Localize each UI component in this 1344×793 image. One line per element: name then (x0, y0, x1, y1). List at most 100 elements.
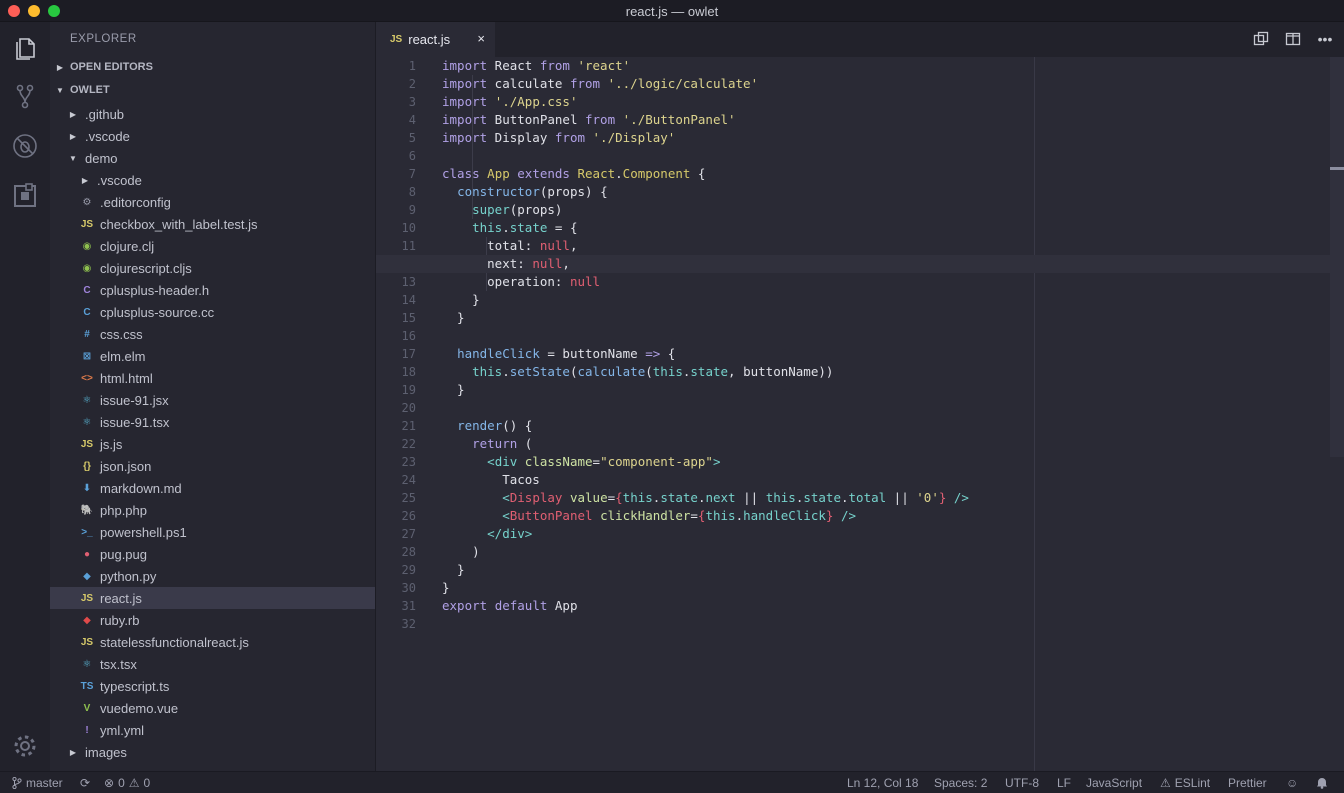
split-editor-button[interactable] (1284, 30, 1302, 48)
line-number: 1 (408, 59, 416, 73)
activity-settings[interactable] (0, 722, 50, 770)
tree-file-editorconfig[interactable]: ⚙ .editorconfig (50, 191, 375, 213)
code-line[interactable]: } (442, 579, 1332, 597)
sync-button[interactable]: ⟳ (80, 776, 90, 790)
prettier-status[interactable]: Prettier (1228, 776, 1267, 790)
code-line[interactable]: this.setState(calculate(this.state, butt… (442, 363, 1332, 381)
tree-file-markdown-md[interactable]: ⬇ markdown.md (50, 477, 375, 499)
code-token: import (442, 58, 488, 73)
indentation[interactable]: Spaces: 2 (934, 776, 987, 790)
code-line[interactable]: } (442, 309, 1332, 327)
more-actions-button[interactable]: ••• (1316, 30, 1334, 48)
code-line[interactable]: export default App (442, 597, 1332, 615)
open-changes-button[interactable] (1252, 30, 1270, 48)
tree-folder-github[interactable]: ▶ .github (50, 103, 375, 125)
tree-file-html-html[interactable]: <> html.html (50, 367, 375, 389)
code-line[interactable]: <Display value={this.state.next || this.… (442, 489, 1332, 507)
tree-item-label: .vscode (85, 128, 130, 144)
eslint-status[interactable]: ⚠ ESLint (1160, 776, 1210, 790)
problems-indicator[interactable]: ⊗ 0 ⚠ 0 (104, 776, 150, 790)
tree-file-yml-yml[interactable]: ! yml.yml (50, 719, 375, 741)
code-line[interactable]: ​ (442, 147, 1332, 165)
activity-source-control[interactable] (0, 72, 50, 120)
code-line[interactable]: ) (442, 543, 1332, 561)
code-line[interactable]: operation: null (442, 273, 1332, 291)
tab-react-js[interactable]: JS react.js × (376, 22, 495, 57)
language-mode[interactable]: JavaScript (1086, 776, 1142, 790)
tree-file-python-py[interactable]: ◆ python.py (50, 565, 375, 587)
tree-file-issue-91-jsx[interactable]: ⚛ issue-91.jsx (50, 389, 375, 411)
branch-indicator[interactable]: master (12, 776, 63, 790)
tree-folder-demo[interactable]: ▼ demo (50, 147, 375, 169)
tree-file-cplusplus-source-cc[interactable]: Ccplusplus-source.cc (50, 301, 375, 323)
tree-file-elm-elm[interactable]: ⊠ elm.elm (50, 345, 375, 367)
code-line[interactable]: ​ (442, 615, 1332, 633)
tree-file-php-php[interactable]: 🐘 php.php (50, 499, 375, 521)
notifications-button[interactable] (1316, 776, 1328, 789)
code-token: next (705, 490, 736, 505)
feedback-button[interactable]: ☺ (1286, 776, 1298, 790)
tree-file-vuedemo-vue[interactable]: Vvuedemo.vue (50, 697, 375, 719)
activity-explorer[interactable] (0, 24, 50, 72)
code-line[interactable]: import calculate from '../logic/calculat… (442, 75, 1332, 93)
code-line[interactable]: next: null, (376, 255, 1330, 273)
cursor-position[interactable]: Ln 12, Col 18 (847, 776, 918, 790)
code-line[interactable]: import React from 'react' (442, 57, 1332, 75)
tree-file-css-css[interactable]: # css.css (50, 323, 375, 345)
code-line[interactable]: render() { (442, 417, 1332, 435)
tree-folder-images[interactable]: ▶ images (50, 741, 375, 763)
code-token: this (765, 490, 796, 505)
tree-file-clojure-clj[interactable]: ◉ clojure.clj (50, 235, 375, 257)
code-line[interactable]: } (442, 381, 1332, 399)
tree-file-statelessfunctionalreact-js[interactable]: JS statelessfunctionalreact.js (50, 631, 375, 653)
activity-extensions[interactable] (0, 172, 50, 220)
code-line[interactable]: constructor(props) { (442, 183, 1332, 201)
code-line[interactable]: class App extends React.Component { (442, 165, 1332, 183)
tree-file-ruby-rb[interactable]: ◆ ruby.rb (50, 609, 375, 631)
code-line[interactable]: import './App.css' (442, 93, 1332, 111)
tree-folder-vscode[interactable]: ▶ .vscode (50, 169, 375, 191)
code-line[interactable]: } (442, 291, 1332, 309)
code-line[interactable]: } (442, 561, 1332, 579)
tree-file-react-js[interactable]: JS react.js (50, 587, 375, 609)
tree-file-js-js[interactable]: JS js.js (50, 433, 375, 455)
encoding[interactable]: UTF-8 (1005, 776, 1039, 790)
code-line[interactable]: ​ (442, 399, 1332, 417)
code-line[interactable]: Tacos (442, 471, 1332, 489)
tree-file-pug-pug[interactable]: ● pug.pug (50, 543, 375, 565)
tree-item-label: issue-91.tsx (100, 414, 170, 430)
code-token: handleClick (457, 346, 540, 361)
code-line[interactable]: handleClick = buttonName => { (442, 345, 1332, 363)
file-type-icon: ◆ (83, 614, 91, 626)
code-line[interactable]: import Display from './Display' (442, 129, 1332, 147)
project-section[interactable]: ▼ OWLET (50, 79, 376, 101)
end-of-line[interactable]: LF (1057, 776, 1071, 790)
code-line[interactable]: </div> (442, 525, 1332, 543)
tree-folder-vscode[interactable]: ▶ .vscode (50, 125, 375, 147)
code-line[interactable]: super(props) (442, 201, 1332, 219)
tree-file-clojurescript-cljs[interactable]: ◉ clojurescript.cljs (50, 257, 375, 279)
code-line[interactable]: this.state = { (442, 219, 1332, 237)
tree-file-powershell-ps1[interactable]: >_ powershell.ps1 (50, 521, 375, 543)
tree-file-checkbox-with-label-test-js[interactable]: JS checkbox_with_label.test.js (50, 213, 375, 235)
code-line[interactable]: <ButtonPanel clickHandler={this.handleCl… (442, 507, 1332, 525)
code-line[interactable]: total: null, (442, 237, 1332, 255)
close-icon[interactable]: × (477, 31, 485, 46)
file-type-icon: {} (83, 460, 91, 472)
tree-file-cplusplus-header-h[interactable]: Ccplusplus-header.h (50, 279, 375, 301)
activity-debug[interactable] (0, 122, 50, 170)
open-editors-section[interactable]: ▶ OPEN EDITORS (50, 56, 376, 78)
code-line[interactable]: import ButtonPanel from './ButtonPanel' (442, 111, 1332, 129)
code-line[interactable]: <div className="component-app"> (442, 453, 1332, 471)
editor-scrollbar[interactable] (1330, 57, 1344, 457)
code-line[interactable]: return ( (442, 435, 1332, 453)
code-token: { (615, 490, 623, 505)
tree-file-json-json[interactable]: {} json.json (50, 455, 375, 477)
tree-item-label: ruby.rb (100, 612, 140, 628)
tree-file-issue-91-tsx[interactable]: ⚛ issue-91.tsx (50, 411, 375, 433)
code-token: > (524, 526, 533, 541)
code-line[interactable]: ​ (442, 327, 1332, 345)
code-editor[interactable]: 1234567891011121314151617181920212223242… (376, 57, 1344, 771)
tree-file-tsx-tsx[interactable]: ⚛ tsx.tsx (50, 653, 375, 675)
tree-file-typescript-ts[interactable]: TS typescript.ts (50, 675, 375, 697)
